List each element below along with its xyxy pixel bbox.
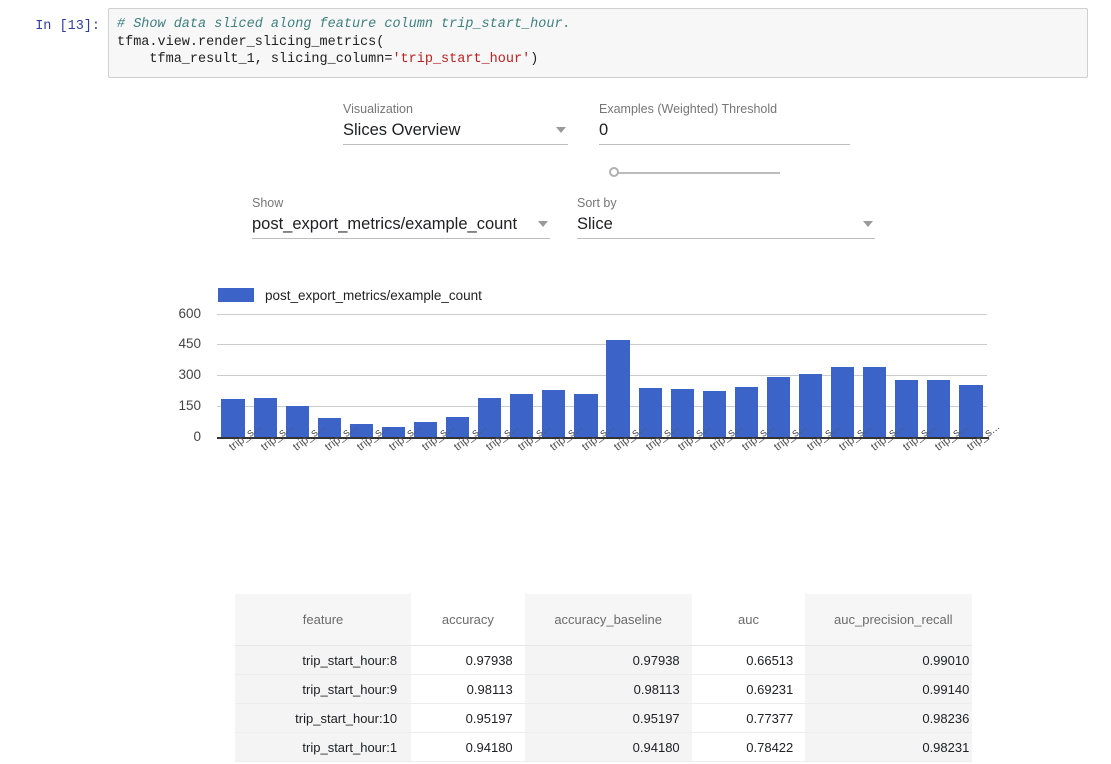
table-cell-feature: trip_start_hour:9 [235, 675, 411, 704]
table-row[interactable]: trip_start_hour:10.941800.941800.784220.… [235, 733, 972, 762]
sort-by-selected-value: Slice [577, 213, 855, 235]
table-column-header[interactable]: feature [235, 594, 411, 646]
metrics-table-header: featureaccuracyaccuracy_baselineaucauc_p… [235, 594, 972, 646]
sort-by-label: Sort by [577, 195, 875, 211]
visualization-label: Visualization [343, 101, 568, 117]
threshold-label: Examples (Weighted) Threshold [599, 101, 850, 117]
table-cell-value: 0.98113 [525, 675, 692, 704]
y-axis-tick-label: 0 [141, 429, 201, 444]
table-cell-feature: trip_start_hour:8 [235, 646, 411, 675]
controls-row-primary: Visualization Slices Overview Examples (… [0, 96, 1111, 186]
sort-by-select[interactable]: Slice [577, 211, 875, 239]
table-cell-value: 0.69231 [692, 675, 806, 704]
code-comment-line: # Show data sliced along feature column … [117, 17, 571, 32]
notebook-code-cell: In [13]: # Show data sliced along featur… [0, 0, 1111, 78]
table-row[interactable]: trip_start_hour:80.979380.979380.665130.… [235, 646, 972, 675]
table-cell-value: 0.98113 [411, 675, 525, 704]
code-line-3-suffix: ) [530, 52, 538, 67]
threshold-slider[interactable] [609, 163, 789, 183]
table-column-header[interactable]: accuracy [411, 594, 525, 646]
slider-track [618, 172, 780, 174]
table-cell-feature: trip_start_hour:10 [235, 704, 411, 733]
chart-x-axis-labels: trip_s...trip_s...trip_s...trip_s...trip… [217, 442, 1007, 487]
threshold-value: 0 [599, 119, 850, 141]
legend-series-label: post_export_metrics/example_count [265, 288, 482, 303]
table-cell-feature: trip_start_hour:1 [235, 733, 411, 762]
code-line-3-string: 'trip_start_hour' [392, 52, 530, 67]
show-field: Show post_export_metrics/example_count [252, 195, 550, 239]
table-cell-value: 0.99010 [805, 646, 972, 675]
chevron-down-icon [863, 221, 873, 227]
table-cell-value: 0.94180 [525, 733, 692, 762]
legend-color-swatch [218, 288, 254, 302]
y-axis-tick-label: 600 [141, 306, 201, 321]
table-cell-value: 0.97938 [525, 646, 692, 675]
table-row[interactable]: trip_start_hour:100.951970.951970.773770… [235, 704, 972, 733]
chart-plot-area: 6004503001500 [217, 314, 987, 437]
show-label: Show [252, 195, 550, 211]
threshold-input[interactable]: 0 [599, 117, 850, 145]
table-cell-value: 0.66513 [692, 646, 806, 675]
metrics-table: featureaccuracyaccuracy_baselineaucauc_p… [235, 594, 972, 763]
slider-thumb[interactable] [609, 167, 619, 177]
table-cell-value: 0.95197 [525, 704, 692, 733]
show-select[interactable]: post_export_metrics/example_count [252, 211, 550, 239]
code-line-2: tfma.view.render_slicing_metrics( [117, 35, 384, 50]
slices-overview-bar-chart[interactable]: post_export_metrics/example_count 600450… [0, 266, 1011, 586]
visualization-selected-value: Slices Overview [343, 119, 548, 141]
table-cell-value: 0.98231 [805, 733, 972, 762]
controls-row-secondary: Show post_export_metrics/example_count S… [0, 195, 1111, 255]
chart-bar[interactable] [221, 399, 244, 437]
table-cell-value: 0.78422 [692, 733, 806, 762]
threshold-field: Examples (Weighted) Threshold 0 [599, 101, 850, 145]
table-cell-value: 0.97938 [411, 646, 525, 675]
table-header-row: featureaccuracyaccuracy_baselineaucauc_p… [235, 594, 972, 646]
chart-bars [217, 314, 987, 437]
code-editor[interactable]: # Show data sliced along feature column … [108, 8, 1088, 78]
metrics-table-body: trip_start_hour:80.979380.979380.665130.… [235, 646, 972, 762]
code-line-3-prefix: tfma_result_1, slicing_column= [117, 52, 392, 67]
chevron-down-icon [538, 221, 548, 227]
table-cell-value: 0.95197 [411, 704, 525, 733]
y-axis-tick-label: 300 [141, 367, 201, 382]
visualization-field: Visualization Slices Overview [343, 101, 568, 145]
chevron-down-icon [556, 127, 566, 133]
table-cell-value: 0.77377 [692, 704, 806, 733]
chart-legend: post_export_metrics/example_count [218, 288, 482, 303]
table-cell-value: 0.99140 [805, 675, 972, 704]
table-column-header[interactable]: accuracy_baseline [525, 594, 692, 646]
visualization-select[interactable]: Slices Overview [343, 117, 568, 145]
table-column-header[interactable]: auc [692, 594, 806, 646]
show-selected-value: post_export_metrics/example_count [252, 213, 530, 235]
table-cell-value: 0.98236 [805, 704, 972, 733]
y-axis-tick-label: 150 [141, 398, 201, 413]
table-row[interactable]: trip_start_hour:90.981130.981130.692310.… [235, 675, 972, 704]
sort-by-field: Sort by Slice [577, 195, 875, 239]
table-cell-value: 0.94180 [411, 733, 525, 762]
metrics-table-container[interactable]: featureaccuracyaccuracy_baselineaucauc_p… [235, 594, 972, 764]
cell-execution-prompt: In [13]: [0, 8, 108, 36]
y-axis-tick-label: 450 [141, 336, 201, 351]
table-column-header[interactable]: auc_precision_recall [805, 594, 972, 646]
